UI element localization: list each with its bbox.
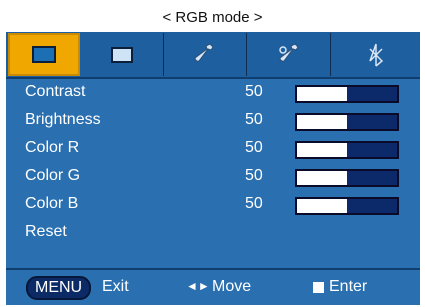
level-bar-fill (297, 143, 347, 157)
tab-screen[interactable] (81, 33, 164, 76)
setting-label: Color B (25, 195, 79, 212)
wrench-settings-icon (278, 42, 299, 62)
setting-value: 50 (245, 139, 263, 156)
tab-bar (6, 32, 420, 79)
setting-value: 50 (245, 167, 263, 184)
tab-network[interactable] (331, 33, 420, 76)
level-bar-fill (297, 87, 347, 101)
setting-label: Brightness (25, 111, 101, 128)
setting-label: Contrast (25, 83, 86, 100)
enter-label: Enter (329, 278, 368, 295)
network-icon (368, 43, 383, 67)
level-bar[interactable] (295, 197, 399, 215)
enter-key-icon[interactable] (313, 282, 324, 293)
setting-contrast[interactable]: Contrast 50 (6, 81, 420, 109)
exit-label: Exit (102, 278, 129, 295)
move-arrows-icon: ◄► (186, 279, 210, 293)
setting-value: 50 (245, 111, 263, 128)
setting-color-r[interactable]: Color R 50 (6, 137, 420, 165)
wrench-icon (194, 42, 214, 62)
setting-label: Color G (25, 167, 81, 184)
osd-menu: Contrast 50 Brightness 50 Color R 50 Col… (6, 32, 420, 305)
setting-value: 50 (245, 195, 263, 212)
setting-brightness[interactable]: Brightness 50 (6, 109, 420, 137)
mode-title: < RGB mode > (162, 9, 263, 26)
setting-reset[interactable]: Reset (6, 221, 420, 249)
level-bar[interactable] (295, 141, 399, 159)
key-guide: MENU Exit ◄► Move Enter (6, 268, 420, 305)
setting-label: Color R (25, 139, 80, 156)
level-bar[interactable] (295, 85, 399, 103)
level-bar[interactable] (295, 169, 399, 187)
tab-option[interactable] (247, 33, 331, 76)
setting-value: 50 (245, 83, 263, 100)
tab-picture[interactable] (8, 33, 80, 76)
screen-picture-icon (32, 46, 56, 63)
setting-label: Reset (25, 223, 67, 240)
move-label: Move (212, 278, 252, 295)
setting-color-b[interactable]: Color B 50 (6, 193, 420, 221)
screen-small-icon (111, 46, 133, 63)
setting-color-g[interactable]: Color G 50 (6, 165, 420, 193)
tab-setup[interactable] (164, 33, 247, 76)
menu-key[interactable]: MENU (26, 276, 92, 300)
level-bar-fill (297, 199, 347, 213)
level-bar[interactable] (295, 113, 399, 131)
level-bar-fill (297, 171, 347, 185)
level-bar-fill (297, 115, 347, 129)
